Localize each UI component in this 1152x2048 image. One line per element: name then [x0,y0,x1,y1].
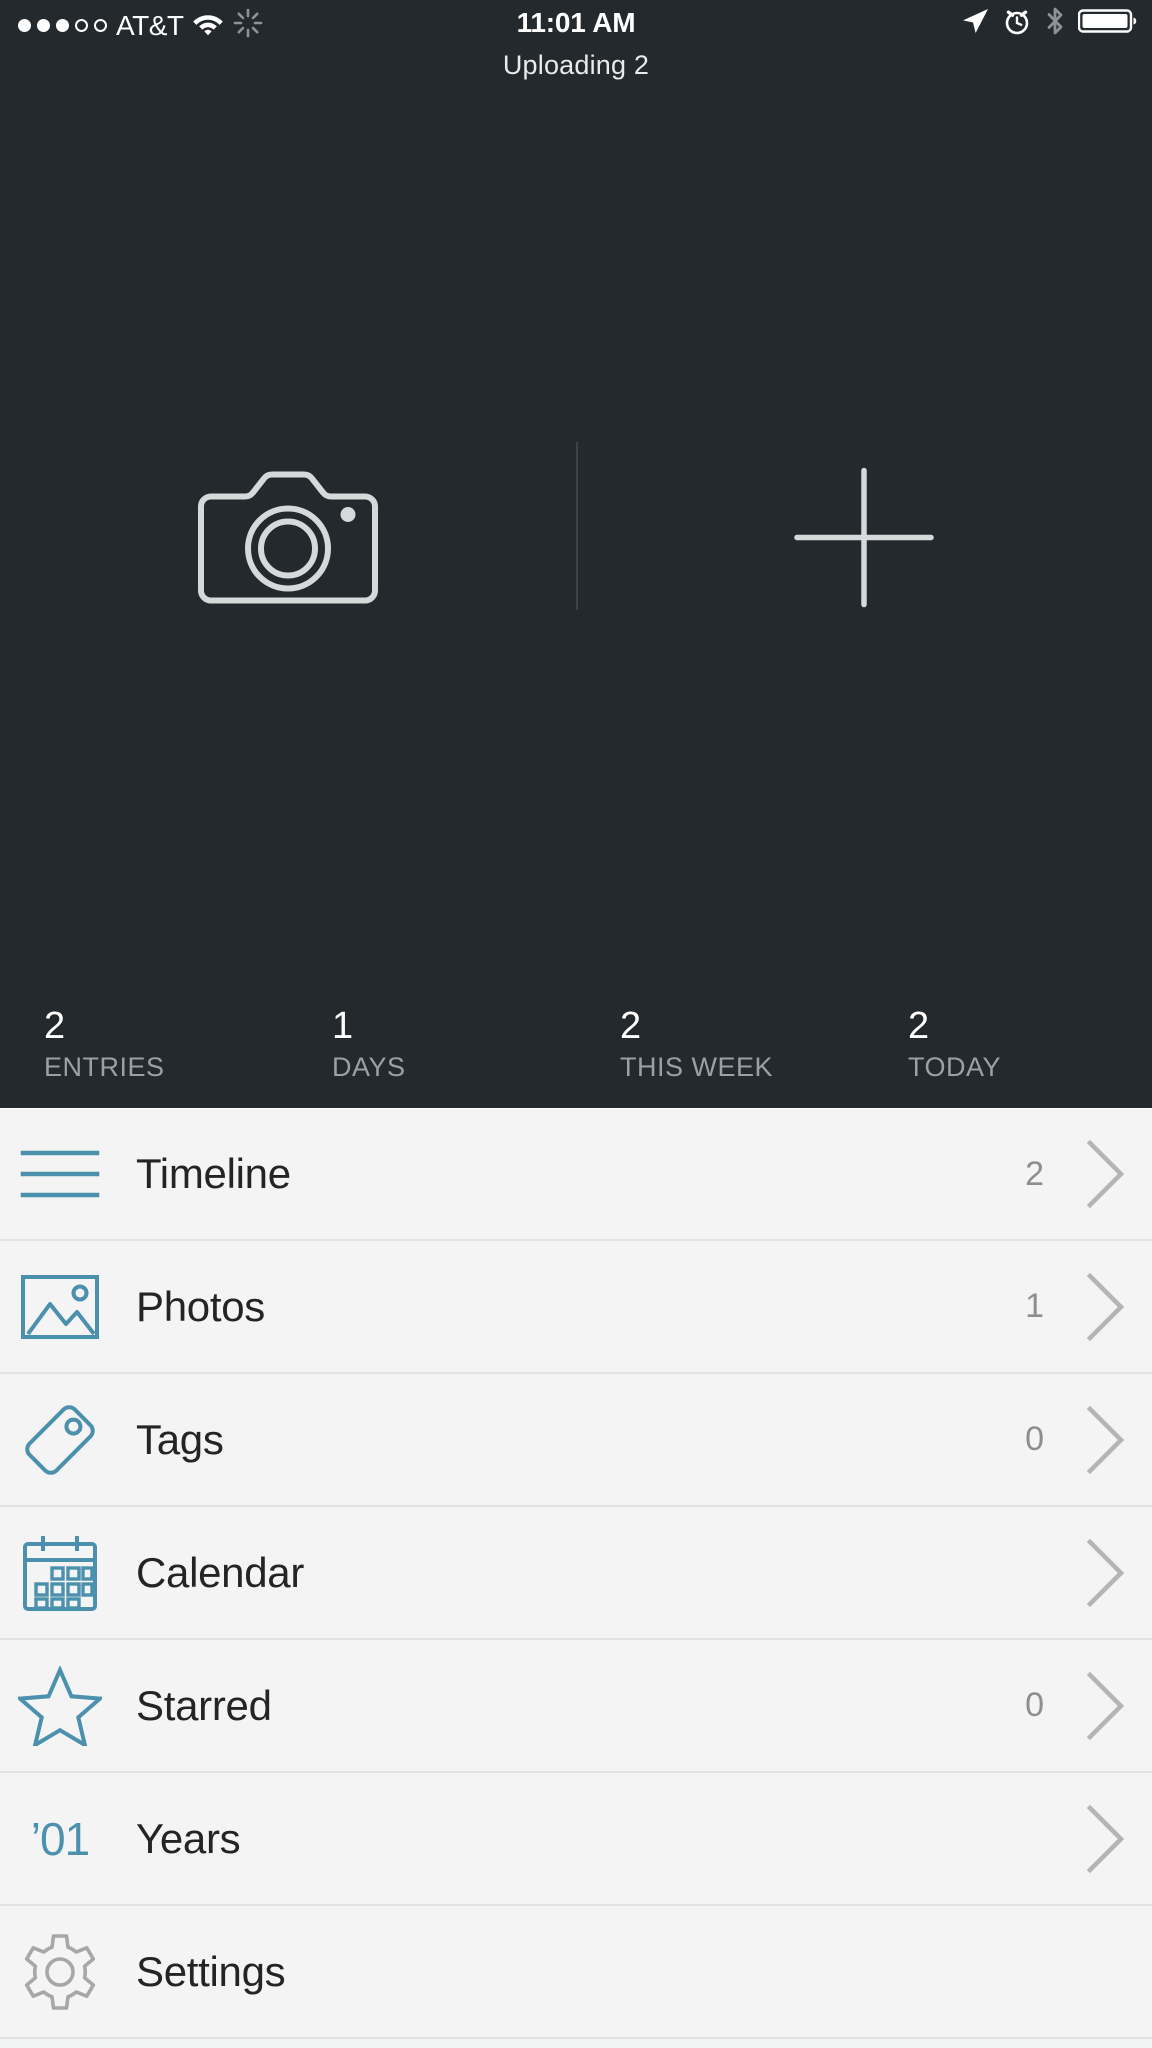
lines-icon [6,1108,114,1241]
menu-item-photos-label: Photos [136,1282,265,1330]
camera-icon [193,463,383,618]
stat-entries-value: 2 [44,1005,66,1047]
chevron-right-icon [1060,1639,1152,1772]
years-icon: ’01 [6,1772,114,1905]
menu-item-tags-count: 0 [1025,1420,1044,1458]
menu-item-photos[interactable]: Photos 1 [0,1241,1152,1374]
chevron-right-icon [1060,1772,1152,1905]
battery-full-icon [1077,7,1138,40]
status-bar: AT&T 11:01 AM [0,0,1152,48]
photo-icon [6,1240,114,1373]
stats-bar: 2 ENTRIES 1 DAYS 2 THIS WEEK 2 TODAY [0,985,1152,1108]
app-root: AT&T 11:01 AM Uploading 2 2 ENTRIES 1 DA… [0,0,1152,2048]
menu-item-years-label: Years [136,1814,241,1862]
tag-icon [6,1373,114,1506]
location-arrow-icon [960,6,990,41]
menu-item-starred-label: Starred [136,1681,272,1729]
menu-item-tags[interactable]: Tags 0 [0,1374,1152,1507]
menu-item-calendar-label: Calendar [136,1548,305,1596]
calendar-icon [6,1506,114,1639]
plus-icon [794,467,934,613]
menu-item-calendar[interactable]: Calendar [0,1507,1152,1640]
uploading-status: Uploading 2 [502,50,650,80]
chevron-right-icon [1060,1373,1152,1506]
menu-item-tags-label: Tags [136,1415,224,1463]
menu-item-timeline[interactable]: Timeline 2 [0,1108,1152,1241]
bluetooth-icon [1044,6,1066,41]
stat-days: 1 DAYS [288,985,576,1108]
stat-this-week-value: 2 [620,1005,642,1047]
chevron-right-icon [1060,1108,1152,1241]
stat-today-value: 2 [908,1005,930,1047]
stat-days-label: DAYS [332,1052,406,1082]
stat-entries-label: ENTRIES [44,1052,165,1082]
alarm-clock-icon [1002,6,1032,41]
star-icon [6,1639,114,1772]
camera-button[interactable] [0,110,576,970]
menu-item-timeline-count: 2 [1025,1154,1044,1193]
stat-this-week-label: THIS WEEK [620,1052,774,1082]
main-menu-list: Timeline 2 Photos 1 Tags 0 Calendar Star… [0,1108,1152,2039]
stat-days-value: 1 [332,1005,354,1047]
menu-item-settings[interactable]: Settings [0,1906,1152,2039]
menu-item-starred[interactable]: Starred 0 [0,1640,1152,1773]
menu-item-timeline-label: Timeline [136,1150,291,1197]
add-entry-button[interactable] [576,110,1152,970]
years-icon-glyph: ’01 [30,1812,90,1865]
settings-chevron-placeholder [1060,1905,1152,2038]
stat-this-week: 2 THIS WEEK [576,985,864,1108]
menu-item-starred-count: 0 [1025,1686,1044,1724]
chevron-right-icon [1060,1240,1152,1373]
capture-divider [576,442,578,610]
menu-item-years[interactable]: ’01 Years [0,1773,1152,1906]
hero-panel: AT&T 11:01 AM Uploading 2 2 ENTRIES 1 DA… [0,0,1152,1108]
chevron-right-icon [1060,1506,1152,1639]
menu-item-settings-label: Settings [136,1947,286,1995]
stat-entries: 2 ENTRIES [0,985,288,1108]
menu-item-photos-count: 1 [1025,1287,1044,1325]
stat-today: 2 TODAY [864,985,1152,1108]
capture-area [0,110,1152,970]
stat-today-label: TODAY [908,1052,1002,1082]
gear-icon [6,1905,114,2038]
status-bar-right [960,6,1138,41]
